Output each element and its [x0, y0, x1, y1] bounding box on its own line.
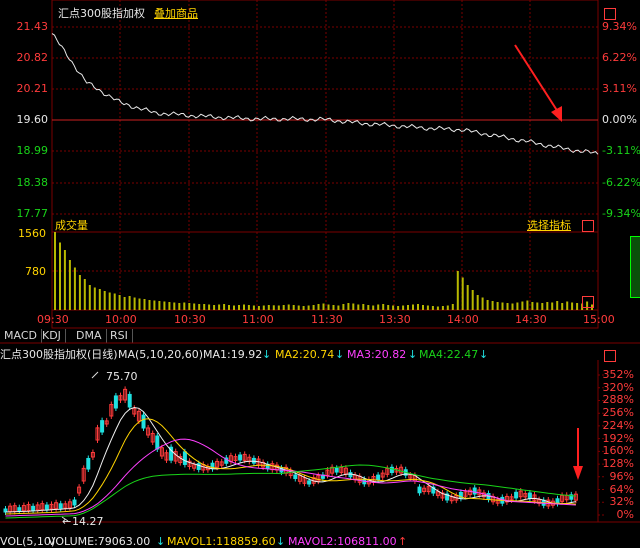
daily-chart: [0, 342, 640, 523]
mavol2-value: MAVOL2:106811.00: [288, 535, 397, 548]
ma3-value: MA3:20.82: [347, 348, 407, 361]
daily-pct-tick-label: 352%: [602, 368, 634, 381]
daily-title: 汇点300股指加权(日线): [0, 348, 118, 361]
ma2-arrow-icon: ↓: [335, 348, 345, 361]
daily-pct-tick-label: 32%: [609, 495, 634, 508]
candle: [527, 492, 532, 499]
candle: [348, 472, 353, 478]
low-marker: 14.27: [72, 515, 104, 528]
ma1-arrow-icon: ↓: [262, 348, 272, 361]
candle: [514, 491, 519, 499]
volume-value: VOLUME:79063.00: [48, 535, 151, 548]
candle: [127, 393, 132, 408]
daily-pct-tick-label: 128%: [602, 457, 634, 470]
candle: [113, 395, 118, 409]
mavol1-arrow-icon: ↓: [276, 535, 286, 548]
ma1-value: MA1:19.92: [203, 348, 263, 361]
candle: [238, 454, 243, 461]
candle: [389, 466, 394, 474]
high-marker: 75.70: [106, 370, 138, 383]
daily-close-icon[interactable]: [604, 350, 616, 362]
daily-pct-tick-label: 256%: [602, 406, 634, 419]
daily-pct-tick-label: 160%: [602, 444, 634, 457]
daily-pct-tick-label: 224%: [602, 419, 634, 432]
candle: [472, 487, 477, 495]
ma4-value: MA4:22.47: [419, 348, 479, 361]
vol-params: VOL(5,10): [0, 535, 56, 548]
ma2-value: MA2:20.74: [275, 348, 335, 361]
candle: [307, 480, 312, 485]
candle: [155, 435, 160, 450]
ma4-arrow-icon: ↓: [479, 348, 489, 361]
candle: [182, 451, 187, 465]
candle: [141, 414, 146, 429]
ma-label: MA(5,10,20,60): [118, 348, 204, 361]
arrow-down-icon: [573, 466, 583, 480]
ma2-line: [5, 418, 576, 515]
candle: [31, 505, 36, 511]
ma3-arrow-icon: ↓: [408, 348, 418, 361]
candle: [58, 503, 63, 509]
volume-arrow-icon: ↓: [156, 535, 166, 548]
daily-pct-tick-label: 96%: [609, 470, 634, 483]
low-arrow-icon: ←: [62, 515, 72, 528]
mavol2-arrow-icon: ↑: [398, 535, 408, 548]
daily-pct-tick-label: 288%: [602, 393, 634, 406]
candle: [17, 507, 22, 512]
daily-pct-tick-label: 0%: [616, 508, 634, 521]
candle: [72, 499, 77, 506]
candle: [417, 486, 422, 494]
candle: [44, 504, 49, 510]
candle: [100, 420, 105, 433]
candle: [376, 474, 381, 481]
mavol1-value: MAVOL1:118859.60: [167, 535, 276, 548]
candle: [86, 457, 91, 470]
candle: [293, 474, 298, 480]
candle: [334, 467, 339, 473]
